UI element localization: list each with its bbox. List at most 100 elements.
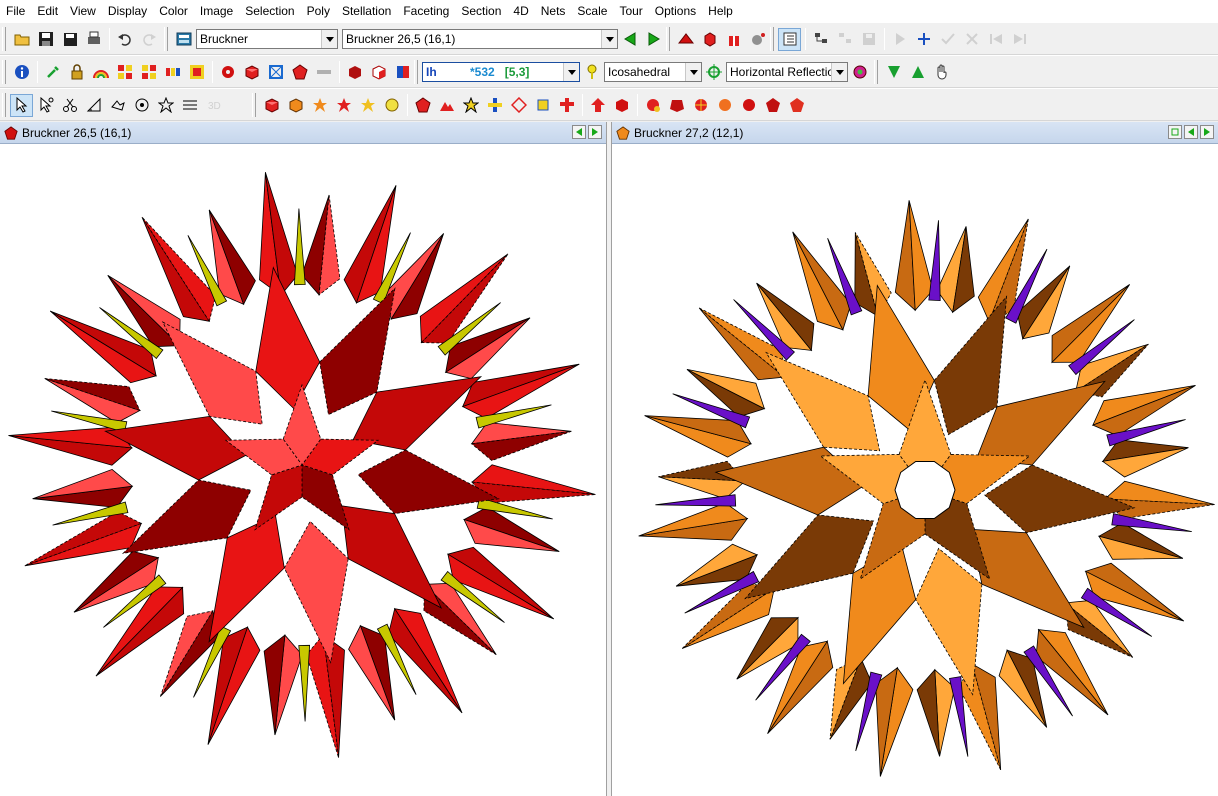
- cube-red-c-icon[interactable]: [665, 94, 688, 117]
- frame-icon[interactable]: [264, 61, 287, 84]
- star-red-icon[interactable]: [332, 94, 355, 117]
- box-white-icon[interactable]: [367, 61, 390, 84]
- dodeca-red-icon[interactable]: [761, 94, 784, 117]
- cube-red-icon[interactable]: [240, 61, 263, 84]
- box-icon[interactable]: [343, 61, 366, 84]
- list-view-icon[interactable]: [778, 27, 801, 51]
- redo-icon[interactable]: [137, 28, 160, 51]
- prev-arrow-icon[interactable]: [572, 125, 586, 139]
- 3d-icon[interactable]: 3D: [202, 94, 225, 117]
- save-icon[interactable]: [34, 28, 57, 51]
- restore-icon[interactable]: [1168, 125, 1182, 139]
- triangle-s-icon[interactable]: [882, 61, 905, 84]
- sphere-orange-icon[interactable]: [713, 94, 736, 117]
- cross-blue-icon[interactable]: [483, 94, 506, 117]
- bar-gray-icon[interactable]: [312, 61, 335, 84]
- rainbow-icon[interactable]: [89, 61, 112, 84]
- pentagon-red-icon[interactable]: [411, 94, 434, 117]
- star-outline-icon[interactable]: [459, 94, 482, 117]
- menu-selection[interactable]: Selection: [239, 0, 300, 22]
- left-pane[interactable]: Bruckner 26,5 (16,1): [0, 122, 606, 796]
- key-icon[interactable]: [580, 61, 603, 84]
- open-icon[interactable]: [10, 28, 33, 51]
- gear-red-icon[interactable]: [216, 61, 239, 84]
- print-icon[interactable]: [82, 28, 105, 51]
- sphere-yellow-icon[interactable]: [380, 94, 403, 117]
- hand-icon[interactable]: [930, 61, 953, 84]
- toolbar-grip[interactable]: [252, 93, 256, 117]
- menu-faceting[interactable]: Faceting: [397, 0, 455, 22]
- next-arrow-icon[interactable]: [588, 125, 602, 139]
- chevron-down-icon[interactable]: [831, 63, 847, 81]
- category-combo[interactable]: Bruckner: [196, 29, 338, 49]
- square-icon[interactable]: [531, 94, 554, 117]
- poly-cube-icon[interactable]: [698, 28, 721, 51]
- grid-b-icon[interactable]: [137, 61, 160, 84]
- symmetry-combo[interactable]: Ih *532 [5,3]: [422, 62, 580, 82]
- grid-c-icon[interactable]: [161, 61, 184, 84]
- toolbar-grip[interactable]: [2, 60, 6, 84]
- poly-gray-icon[interactable]: [746, 28, 769, 51]
- info-icon[interactable]: [10, 61, 33, 84]
- diamond-icon[interactable]: [507, 94, 530, 117]
- scissors-icon[interactable]: [58, 94, 81, 117]
- triangle-as-icon[interactable]: [906, 61, 929, 84]
- pokeball-icon[interactable]: [848, 61, 871, 84]
- chevron-down-icon[interactable]: [321, 30, 337, 48]
- chevron-down-icon[interactable]: [563, 63, 579, 81]
- chevron-down-icon[interactable]: [601, 30, 617, 48]
- grid-d-icon[interactable]: [185, 61, 208, 84]
- dodeca-red-b-icon[interactable]: [785, 94, 808, 117]
- mountain-icon[interactable]: [435, 94, 458, 117]
- menu-display[interactable]: Display: [102, 0, 153, 22]
- cube-red-icon[interactable]: [260, 94, 283, 117]
- menu-stellation[interactable]: Stellation: [336, 0, 397, 22]
- wrench-icon[interactable]: [41, 61, 64, 84]
- tree-b-icon[interactable]: [833, 28, 856, 51]
- tree-a-icon[interactable]: [809, 28, 832, 51]
- menu-scale[interactable]: Scale: [571, 0, 613, 22]
- menu-poly[interactable]: Poly: [301, 0, 336, 22]
- play-icon[interactable]: [888, 28, 911, 51]
- toolbar-grip[interactable]: [414, 60, 418, 84]
- menu-section[interactable]: Section: [455, 0, 507, 22]
- star-orange-icon[interactable]: [308, 94, 331, 117]
- right-pane[interactable]: Bruckner 27,2 (12,1): [612, 122, 1218, 796]
- menu-image[interactable]: Image: [194, 0, 239, 22]
- left-polyhedron-view[interactable]: [0, 145, 606, 796]
- add-icon[interactable]: [912, 28, 935, 51]
- star-yellow-icon[interactable]: [356, 94, 379, 117]
- select-arrow-icon[interactable]: [10, 93, 33, 117]
- menu-edit[interactable]: Edit: [31, 0, 64, 22]
- cube-orange-icon[interactable]: [284, 94, 307, 117]
- target-icon[interactable]: [702, 61, 725, 84]
- model-combo[interactable]: Bruckner 26,5 (16,1): [342, 29, 618, 49]
- save-gray-icon[interactable]: [857, 28, 880, 51]
- check-icon[interactable]: [936, 28, 959, 51]
- poly-red-icon[interactable]: [674, 28, 697, 51]
- menu-tour[interactable]: Tour: [613, 0, 648, 22]
- right-polyhedron-view[interactable]: [612, 145, 1218, 796]
- menu-nets[interactable]: Nets: [535, 0, 572, 22]
- toolbar-grip[interactable]: [874, 60, 878, 84]
- menu-help[interactable]: Help: [702, 0, 739, 22]
- first-icon[interactable]: [984, 28, 1007, 51]
- last-icon[interactable]: [1008, 28, 1031, 51]
- poly-gift-icon[interactable]: [722, 28, 745, 51]
- menu-file[interactable]: File: [0, 0, 31, 22]
- menu-view[interactable]: View: [64, 0, 102, 22]
- toolbar-grip[interactable]: [2, 27, 6, 51]
- next-arrow-icon[interactable]: [1200, 125, 1214, 139]
- grid-a-icon[interactable]: [113, 61, 136, 84]
- model-category-icon[interactable]: [172, 28, 195, 51]
- group-combo[interactable]: Icosahedral: [604, 62, 702, 82]
- dots-circle-icon[interactable]: [130, 94, 153, 117]
- arrow-red-icon[interactable]: [586, 94, 609, 117]
- reflection-combo[interactable]: Horizontal Reflection: [726, 62, 848, 82]
- toolbar-grip[interactable]: [164, 27, 168, 51]
- next-model-icon[interactable]: [642, 28, 665, 51]
- lock-icon[interactable]: [65, 61, 88, 84]
- save-all-icon[interactable]: [58, 28, 81, 51]
- zigzag-icon[interactable]: [178, 94, 201, 117]
- plus-red-icon[interactable]: [555, 94, 578, 117]
